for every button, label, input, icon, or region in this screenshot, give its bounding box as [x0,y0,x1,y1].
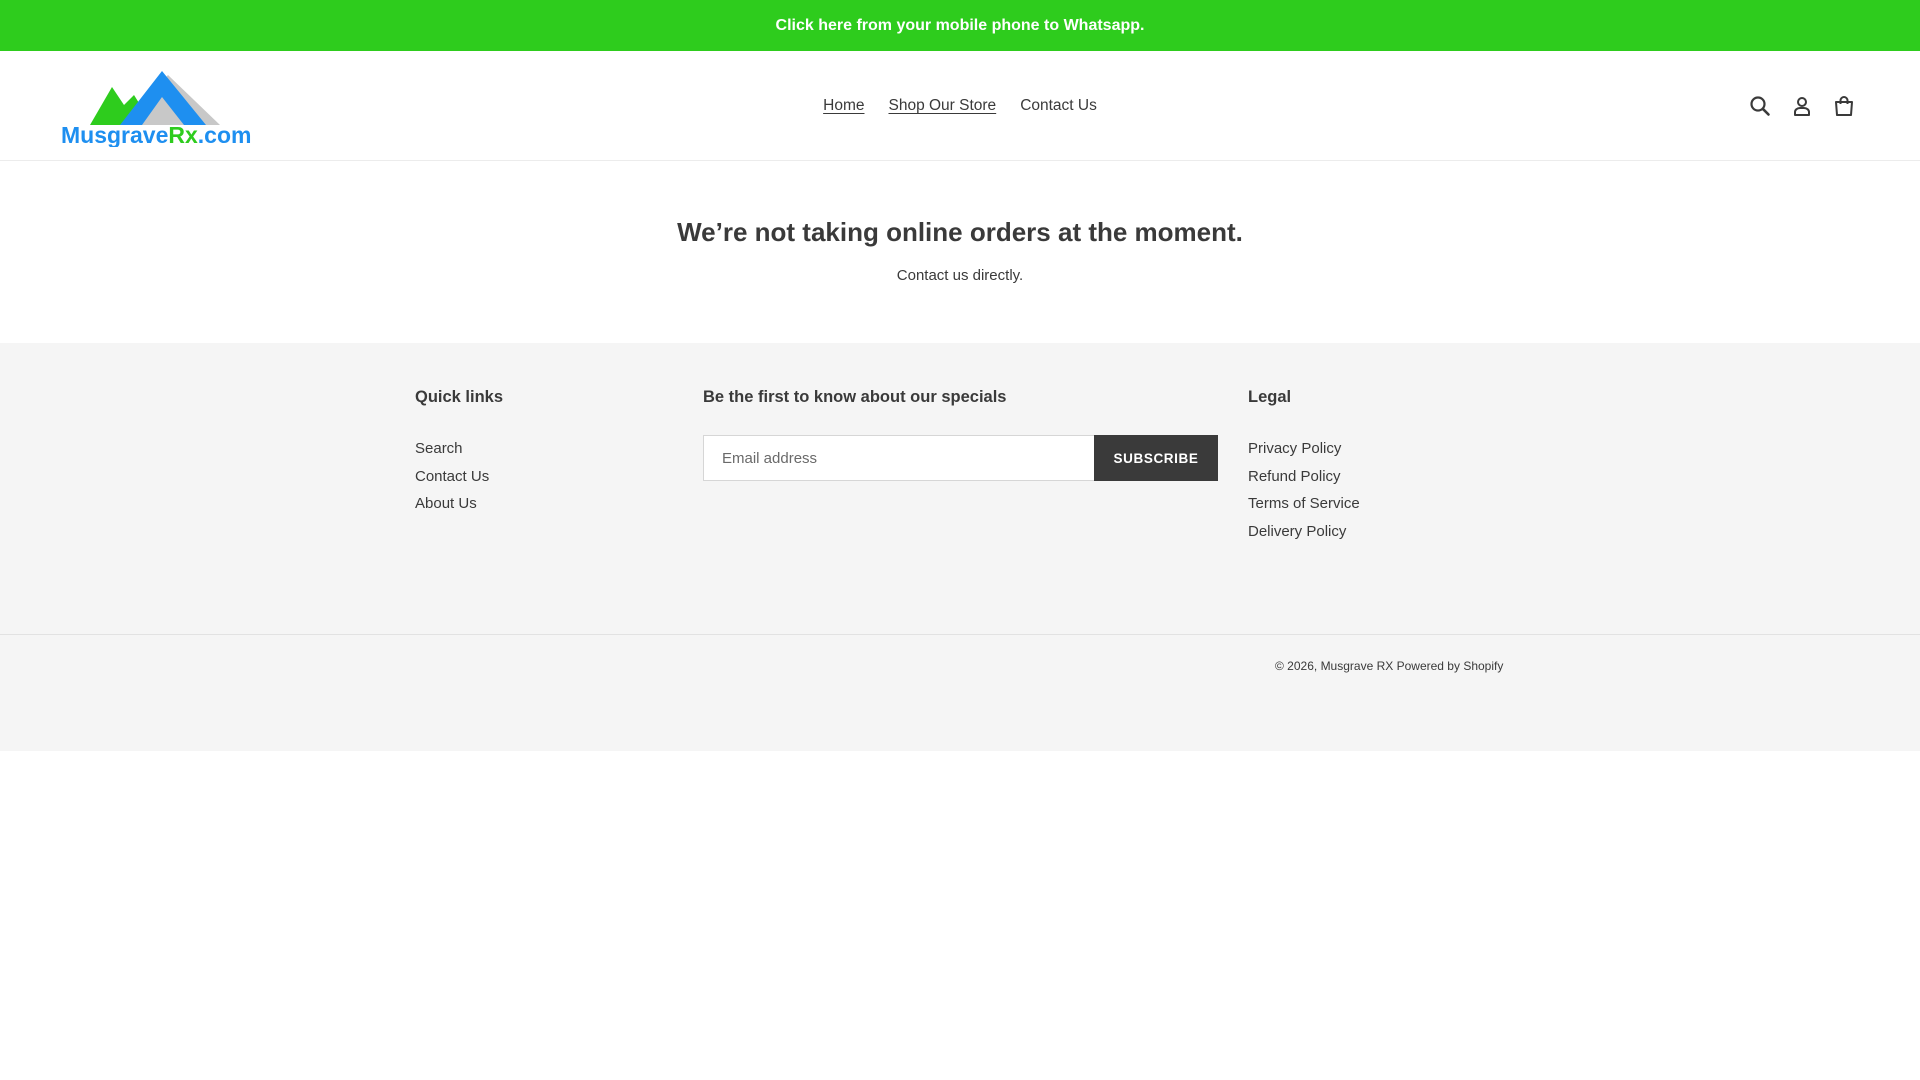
legal-list: Privacy Policy Refund Policy Terms of Se… [1248,435,1488,545]
quick-links-list: Search Contact Us About Us [415,435,655,518]
powered-by-shopify-link[interactable]: Powered by Shopify [1397,659,1504,673]
footer-link-privacy-policy[interactable]: Privacy Policy [1248,440,1341,457]
footer-link-delivery-policy[interactable]: Delivery Policy [1248,523,1346,540]
footer-divider [0,634,1920,635]
list-item: Search [415,435,655,463]
nav-contact-us[interactable]: Contact Us [1020,97,1097,115]
copyright-prefix: © 2026, [1275,659,1318,673]
cart-icon[interactable] [1832,94,1856,118]
header-icons [1748,94,1856,118]
footer-legal: Legal Privacy Policy Refund Policy Terms… [1248,388,1488,545]
account-icon[interactable] [1790,94,1814,118]
copyright: © 2026, Musgrave RX Powered by Shopify [1275,659,1503,673]
footer-link-terms-of-service[interactable]: Terms of Service [1248,495,1360,512]
page-title: We’re not taking online orders at the mo… [677,217,1243,247]
footer-link-about-us[interactable]: About Us [415,495,477,512]
legal-heading: Legal [1248,388,1292,406]
announcement-bar: Click here from your mobile phone to Wha… [0,0,1920,51]
search-icon[interactable] [1748,94,1772,118]
footer-link-refund-policy[interactable]: Refund Policy [1248,468,1341,485]
footer-newsletter: Be the first to know about our specials … [703,388,1223,481]
list-item: Terms of Service [1248,490,1488,518]
list-item: Contact Us [415,463,655,491]
main-content: We’re not taking online orders at the mo… [0,161,1920,343]
footer-quick-links: Quick links Search Contact Us About Us [415,388,655,518]
footer-link-contact-us[interactable]: Contact Us [415,468,489,485]
page-subtitle: Contact us directly. [896,267,1024,284]
copyright-store-link[interactable]: Musgrave RX [1321,659,1394,673]
nav-shop-our-store[interactable]: Shop Our Store [888,97,996,115]
list-item: Delivery Policy [1248,518,1488,546]
subscribe-button[interactable]: SUBSCRIBE [1094,435,1218,481]
quick-links-heading: Quick links [415,388,504,406]
whatsapp-link[interactable]: Click here from your mobile phone to Wha… [776,17,1145,35]
email-field[interactable] [703,435,1094,481]
site-header: MusgraveRx.com Home Shop Our Store Conta… [0,51,1920,161]
list-item: Privacy Policy [1248,435,1488,463]
main-nav: Home Shop Our Store Contact Us [0,51,1920,161]
site-footer: Quick links Search Contact Us About Us B… [0,343,1920,751]
newsletter-form: SUBSCRIBE [703,435,1223,481]
footer-link-search[interactable]: Search [415,440,463,457]
list-item: About Us [415,490,655,518]
list-item: Refund Policy [1248,463,1488,491]
nav-home[interactable]: Home [823,97,864,115]
newsletter-heading: Be the first to know about our specials [703,388,1007,406]
